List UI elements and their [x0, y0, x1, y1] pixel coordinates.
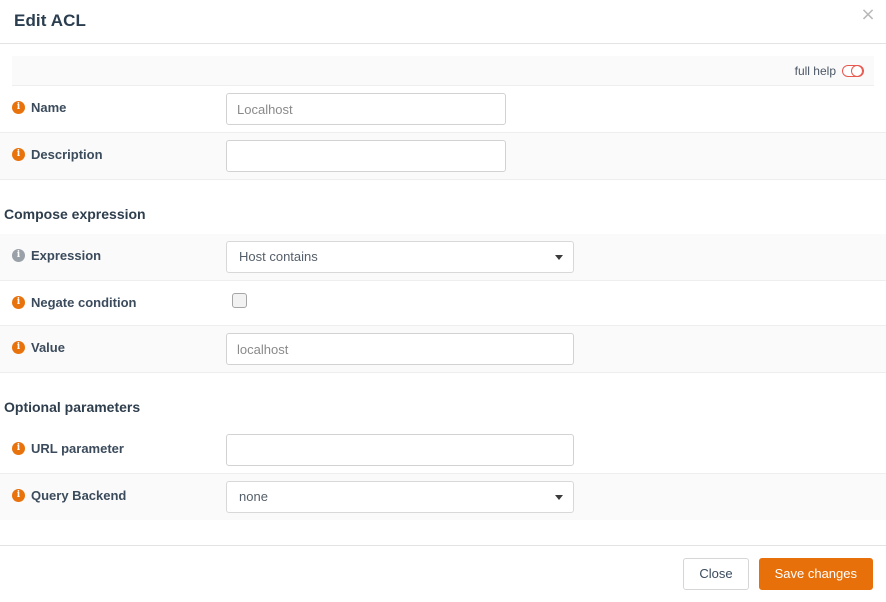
value-input[interactable]	[226, 333, 574, 365]
section-optional-parameters: Optional parameters	[0, 373, 886, 427]
control-name	[226, 86, 874, 132]
form-row-negate-condition: i Negate condition	[0, 281, 886, 326]
full-help-bar: full help	[12, 56, 874, 86]
dialog-body: full help i Name i Description	[0, 44, 886, 545]
description-input[interactable]	[226, 140, 506, 172]
negate-condition-checkbox[interactable]	[232, 293, 247, 308]
control-value	[226, 326, 874, 372]
label-value-text: Value	[31, 340, 65, 355]
label-expression: i Expression	[12, 234, 226, 263]
save-changes-button[interactable]: Save changes	[758, 558, 873, 590]
control-description	[226, 133, 874, 179]
close-icon[interactable]: ×	[857, 5, 879, 27]
info-icon[interactable]: i	[12, 101, 25, 114]
label-description: i Description	[12, 133, 226, 162]
dialog-header: Edit ACL ×	[0, 0, 886, 44]
control-expression: Host contains	[226, 234, 874, 280]
full-help-toggle[interactable]	[842, 64, 864, 77]
edit-acl-dialog: Edit ACL × full help i Name i	[0, 0, 886, 602]
form-row-value: i Value	[0, 326, 886, 373]
name-input[interactable]	[226, 93, 506, 125]
label-negate-condition-text: Negate condition	[31, 295, 137, 310]
label-url-parameter-text: URL parameter	[31, 441, 124, 456]
label-name-text: Name	[31, 100, 67, 115]
page-title: Edit ACL	[14, 11, 86, 30]
form-row-expression: i Expression Host contains	[0, 234, 886, 281]
info-icon[interactable]: i	[12, 296, 25, 309]
query-backend-select[interactable]: none	[226, 481, 574, 513]
form-rows: i Name i Description Compose expression	[0, 86, 886, 520]
query-backend-select-wrap: none	[226, 481, 574, 513]
label-value: i Value	[12, 326, 226, 355]
expression-select-wrap: Host contains	[226, 241, 574, 273]
control-url-parameter	[226, 427, 874, 473]
label-description-text: Description	[31, 147, 103, 162]
label-negate-condition: i Negate condition	[12, 281, 226, 310]
close-button[interactable]: Close	[683, 558, 749, 590]
info-icon[interactable]: i	[12, 442, 25, 455]
control-query-backend: none	[226, 474, 874, 520]
info-icon[interactable]: i	[12, 249, 25, 262]
label-query-backend: i Query Backend	[12, 474, 226, 503]
full-help-label: full help	[794, 63, 836, 78]
label-expression-text: Expression	[31, 248, 102, 263]
expression-select[interactable]: Host contains	[226, 241, 574, 273]
info-icon[interactable]: i	[12, 341, 25, 354]
info-icon[interactable]: i	[12, 148, 25, 161]
label-name: i Name	[12, 86, 226, 115]
section-compose-expression: Compose expression	[0, 180, 886, 234]
dialog-footer: Close Save changes	[0, 545, 886, 602]
form-row-url-parameter: i URL parameter	[0, 427, 886, 474]
info-icon[interactable]: i	[12, 489, 25, 502]
label-url-parameter: i URL parameter	[12, 427, 226, 456]
form-row-description: i Description	[0, 133, 886, 180]
form-row-query-backend: i Query Backend none	[0, 474, 886, 520]
url-parameter-input[interactable]	[226, 434, 574, 466]
label-query-backend-text: Query Backend	[31, 488, 127, 503]
form-row-name: i Name	[0, 86, 886, 133]
control-negate-condition	[226, 281, 874, 315]
